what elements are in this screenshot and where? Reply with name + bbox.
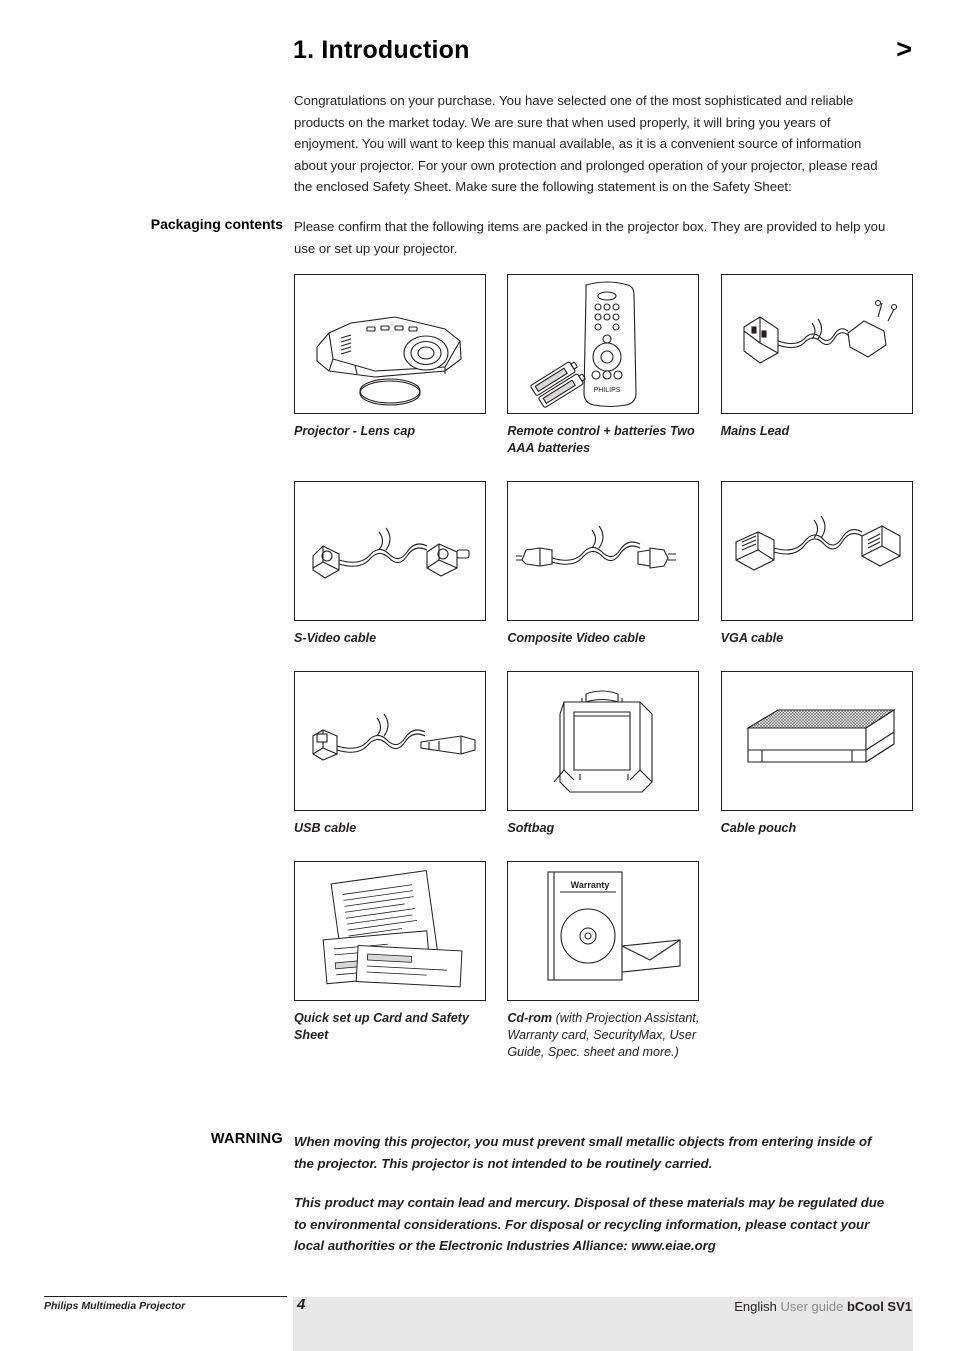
list-item: Quick set up Card and Safety Sheet xyxy=(294,861,487,1061)
svg-text:PHILIPS: PHILIPS xyxy=(594,387,621,394)
usb-cable-icon xyxy=(294,671,486,811)
list-item: Projector - Lens cap xyxy=(294,274,487,457)
packaging-row: Projector - Lens cap PHILIPS Remote cont… xyxy=(294,274,914,457)
list-item: Softbag xyxy=(507,671,700,837)
list-item: VGA cable xyxy=(720,481,914,647)
packaging-row: S-Video cable Composite Video cable VGA … xyxy=(294,481,914,647)
packaging-row: USB cable Softbag Cable pouch xyxy=(294,671,914,837)
list-item-caption: Projector - Lens cap xyxy=(294,424,416,438)
intro-paragraph: Congratulations on your purchase. You ha… xyxy=(294,93,878,194)
list-item-caption: Cd-rom (with Projection Assistant, Warra… xyxy=(507,1010,700,1061)
list-item-caption: USB cable xyxy=(294,821,357,835)
packaging-contents-text: Please confirm that the following items … xyxy=(294,219,886,256)
list-item-caption: S-Video cable xyxy=(294,631,377,645)
footer-brand: Philips Multimedia Projector xyxy=(44,1300,186,1312)
warning-paragraph-1: When moving this projector, you must pre… xyxy=(294,1134,872,1171)
list-item-caption: Quick set up Card and Safety Sheet xyxy=(294,1011,469,1042)
remote-control-icon: PHILIPS xyxy=(507,274,700,414)
list-item: USB cable xyxy=(294,671,487,837)
s-video-cable-icon xyxy=(294,481,486,621)
list-item-caption: Mains Lead xyxy=(720,424,790,438)
footer-doctype: User guide xyxy=(780,1299,844,1314)
svg-text:Warranty: Warranty xyxy=(571,880,610,890)
manual-page: 1. Introduction > Congratulations on you… xyxy=(0,0,954,1351)
chevron-right-icon: > xyxy=(896,34,912,64)
vga-cable-icon xyxy=(720,481,913,621)
list-item: Composite Video cable xyxy=(507,481,700,647)
footer-language: English xyxy=(734,1299,777,1314)
warning-text: When moving this projector, you must pre… xyxy=(294,1131,894,1257)
packaging-items-grid: Projector - Lens cap PHILIPS Remote cont… xyxy=(294,274,914,1061)
list-item-caption: Cable pouch xyxy=(720,821,797,835)
softbag-icon xyxy=(507,671,700,811)
page-number: 4 xyxy=(297,1296,306,1313)
list-item-caption: Remote control + batteries Two AAA batte… xyxy=(507,424,695,455)
list-item-empty xyxy=(721,861,914,1061)
list-item: S-Video cable xyxy=(294,481,487,647)
page-title: 1. Introduction xyxy=(293,36,470,64)
warning-label: WARNING xyxy=(210,1131,283,1147)
projector-icon xyxy=(294,274,486,414)
list-item: Mains Lead xyxy=(720,274,914,457)
footer-meta: English User guide bCool SV1 xyxy=(734,1299,912,1314)
list-item: Warranty Cd-rom (with Projection Assista… xyxy=(507,861,700,1061)
list-item-caption: Composite Video cable xyxy=(507,631,646,645)
cdrom-icon: Warranty xyxy=(507,861,700,1001)
warning-paragraph-2: This product may contain lead and mercur… xyxy=(294,1195,885,1253)
list-item: PHILIPS Remote control + batteries Two A… xyxy=(507,274,700,457)
footer-model: bCool SV1 xyxy=(846,1299,912,1314)
composite-video-cable-icon xyxy=(507,481,700,621)
packaging-contents-label: Packaging contents xyxy=(150,216,283,232)
footer-divider xyxy=(44,1296,287,1297)
list-item-caption: Softbag xyxy=(507,821,555,835)
cdrom-caption-bold: Cd-rom xyxy=(507,1011,553,1025)
packaging-row: Quick set up Card and Safety Sheet Warra… xyxy=(294,861,914,1061)
list-item: Cable pouch xyxy=(720,671,914,837)
mains-lead-icon xyxy=(720,274,913,414)
documents-icon xyxy=(294,861,486,1001)
cable-pouch-icon xyxy=(720,671,913,811)
list-item-caption: VGA cable xyxy=(720,631,784,645)
